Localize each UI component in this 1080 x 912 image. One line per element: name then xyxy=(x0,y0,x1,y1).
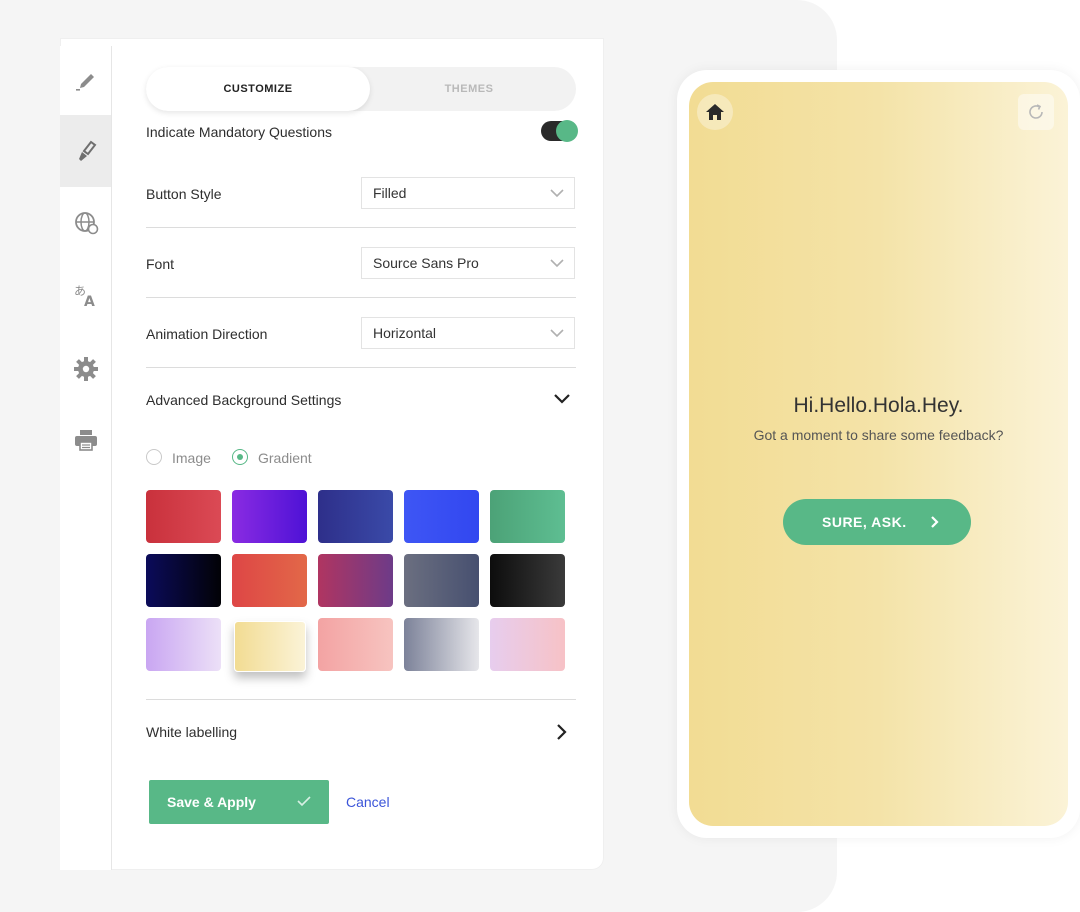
chevron-down-icon xyxy=(550,329,564,338)
button-style-select[interactable]: Filled xyxy=(361,177,575,209)
preview-screen: Hi.Hello.Hola.Hey. Got a moment to share… xyxy=(689,82,1068,826)
sidebar-item-edit[interactable] xyxy=(60,46,111,118)
preview-greeting: Hi.Hello.Hola.Hey. xyxy=(793,394,964,417)
divider xyxy=(146,227,576,228)
gradient-swatch[interactable] xyxy=(404,618,479,671)
tab-themes[interactable]: THEMES xyxy=(362,67,576,111)
mandatory-questions-toggle[interactable] xyxy=(541,120,578,142)
gradient-swatch[interactable] xyxy=(232,554,307,607)
chevron-right-icon xyxy=(931,516,939,528)
button-style-label: Button Style xyxy=(146,186,222,202)
gradient-swatch[interactable] xyxy=(318,618,393,671)
sidebar-item-design[interactable] xyxy=(60,115,111,187)
white-labelling-label: White labelling xyxy=(146,724,238,740)
save-apply-button[interactable]: Save & Apply xyxy=(149,780,329,824)
radio-image-label: Image xyxy=(172,450,211,466)
toggle-knob xyxy=(556,120,578,142)
svg-text:A: A xyxy=(84,294,95,309)
gradient-swatch[interactable] xyxy=(146,618,221,671)
chevron-down-icon xyxy=(550,189,564,198)
sidebar-rail: あ A xyxy=(60,46,112,870)
sure-ask-label: SURE, ASK. xyxy=(822,514,907,530)
divider xyxy=(146,367,576,368)
font-select[interactable]: Source Sans Pro xyxy=(361,247,575,279)
globe-icon xyxy=(74,212,98,235)
animation-direction-select[interactable]: Horizontal xyxy=(361,317,575,349)
tab-bar: THEMES CUSTOMIZE xyxy=(146,67,576,111)
gradient-swatch[interactable] xyxy=(490,554,565,607)
paint-brush-icon xyxy=(78,140,96,161)
radio-image[interactable] xyxy=(146,449,162,465)
cancel-link[interactable]: Cancel xyxy=(346,794,390,810)
radio-gradient[interactable] xyxy=(232,449,248,465)
gear-icon xyxy=(73,357,98,381)
chevron-right-icon[interactable] xyxy=(555,723,567,741)
printer-icon xyxy=(74,430,97,451)
gradient-swatch[interactable] xyxy=(490,618,565,671)
animation-direction-label: Animation Direction xyxy=(146,326,268,342)
gradient-swatch[interactable] xyxy=(146,554,221,607)
font-value: Source Sans Pro xyxy=(373,255,479,271)
refresh-icon xyxy=(1029,104,1043,119)
gradient-swatch[interactable] xyxy=(318,554,393,607)
gradient-swatch[interactable] xyxy=(232,490,307,543)
tab-customize[interactable]: CUSTOMIZE xyxy=(146,67,370,111)
home-icon xyxy=(706,104,724,120)
divider xyxy=(146,297,576,298)
font-label: Font xyxy=(146,256,175,272)
radio-gradient-label: Gradient xyxy=(258,450,312,466)
gradient-swatch[interactable] xyxy=(146,490,221,543)
sidebar-item-language[interactable] xyxy=(60,187,111,259)
chevron-down-icon[interactable] xyxy=(553,392,571,406)
gradient-swatch[interactable] xyxy=(234,621,306,672)
divider xyxy=(146,699,576,700)
chevron-down-icon xyxy=(550,259,564,268)
save-apply-label: Save & Apply xyxy=(167,794,256,810)
gradient-swatch[interactable] xyxy=(404,554,479,607)
refresh-button[interactable] xyxy=(1018,94,1054,130)
sidebar-item-print[interactable] xyxy=(60,404,111,476)
gradient-swatch[interactable] xyxy=(490,490,565,543)
home-button[interactable] xyxy=(697,94,733,130)
gradient-swatch[interactable] xyxy=(318,490,393,543)
preview-subtitle: Got a moment to share some feedback? xyxy=(753,427,1004,443)
gradient-swatch[interactable] xyxy=(404,490,479,543)
translate-icon: あ A xyxy=(74,284,95,309)
animation-direction-value: Horizontal xyxy=(373,325,437,341)
pencil-icon xyxy=(75,74,94,91)
sidebar-item-settings[interactable] xyxy=(60,333,111,405)
mandatory-questions-label: Indicate Mandatory Questions xyxy=(146,124,332,140)
advanced-background-label: Advanced Background Settings xyxy=(146,392,342,408)
button-style-value: Filled xyxy=(373,185,407,201)
check-icon xyxy=(297,796,311,807)
sure-ask-button[interactable]: SURE, ASK. xyxy=(783,499,971,545)
settings-panel xyxy=(60,38,604,870)
sidebar-item-translate[interactable]: あ A xyxy=(60,259,111,331)
